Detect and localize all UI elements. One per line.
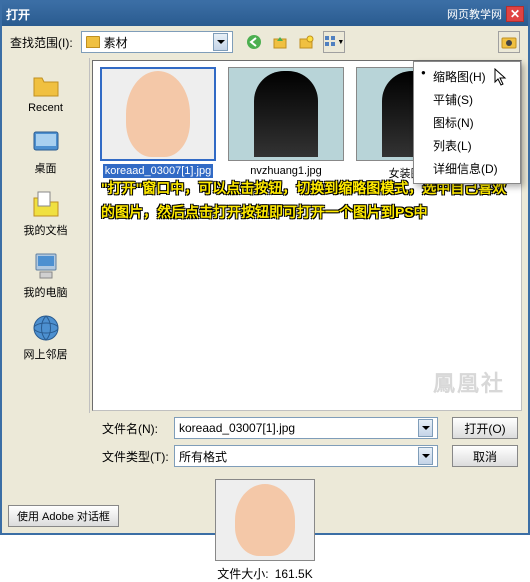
overlay-help-text: "打开"窗口中，可以点击按钮，切换到缩略图模式，选中自己喜欢的图片，然后点击打开… [101, 177, 513, 225]
open-button[interactable]: 打开(O) [452, 417, 518, 439]
preview-thumbnail [215, 479, 315, 561]
view-option-details[interactable]: 详细信息(D) [417, 157, 517, 180]
view-option-thumbnails[interactable]: 缩略图(H) [417, 65, 517, 88]
filetype-select[interactable]: 所有格式 [174, 445, 438, 467]
file-item[interactable]: koreaad_03007[1].jpg [99, 67, 217, 182]
cancel-button[interactable]: 取消 [452, 445, 518, 467]
up-folder-button[interactable] [269, 31, 291, 53]
watermark-logo: 鳳凰社 [433, 366, 505, 398]
watermark-text: 网页教学网 [447, 6, 502, 22]
view-menu: 缩略图(H) 平铺(S) 图标(N) 列表(L) 详细信息(D) [413, 61, 521, 184]
camera-button[interactable] [498, 31, 520, 53]
sidebar-item-network[interactable]: 网上邻居 [6, 308, 85, 366]
close-button[interactable]: ✕ [506, 6, 524, 22]
toolbar: 查找范围(I): 素材 ▼ [2, 26, 528, 58]
filename-input[interactable]: koreaad_03007[1].jpg [174, 417, 438, 439]
view-option-icons[interactable]: 图标(N) [417, 111, 517, 134]
file-list[interactable]: koreaad_03007[1].jpg nvzhuang1.jpg 女装图.j… [92, 60, 522, 411]
preview-area: 文件大小: 161.5K [2, 479, 528, 582]
sidebar-item-desktop[interactable]: 桌面 [6, 122, 85, 180]
sidebar-item-documents[interactable]: 我的文档 [6, 184, 85, 242]
sidebar-item-recent[interactable]: Recent [6, 64, 85, 118]
sidebar-item-computer[interactable]: 我的电脑 [6, 246, 85, 304]
look-in-dropdown[interactable] [213, 33, 228, 51]
adobe-dialog-button[interactable]: 使用 Adobe 对话框 [8, 505, 119, 527]
folder-icon [86, 36, 100, 48]
places-sidebar: Recent 桌面 我的文档 我的电脑 网上邻居 [2, 58, 90, 413]
window-title: 打开 [6, 6, 447, 23]
view-option-tiles[interactable]: 平铺(S) [417, 88, 517, 111]
look-in-combo[interactable]: 素材 [81, 31, 234, 53]
titlebar: 打开 网页教学网 ✕ [2, 2, 528, 26]
back-button[interactable] [243, 31, 265, 53]
open-dialog: 打开 网页教学网 ✕ 查找范围(I): 素材 ▼ Recent 桌面 [0, 0, 530, 535]
look-in-value: 素材 [104, 34, 128, 51]
file-item[interactable]: nvzhuang1.jpg [227, 67, 345, 182]
filetype-label: 文件类型(T): [102, 448, 174, 465]
file-size-label: 文件大小: 161.5K [217, 565, 313, 582]
view-menu-button[interactable]: ▼ [323, 31, 345, 53]
new-folder-button[interactable] [295, 31, 317, 53]
filename-dropdown[interactable] [418, 419, 433, 437]
view-option-list[interactable]: 列表(L) [417, 134, 517, 157]
look-in-label: 查找范围(I): [10, 34, 73, 51]
filename-label: 文件名(N): [102, 420, 174, 437]
filetype-dropdown[interactable] [418, 447, 433, 465]
footer: 使用 Adobe 对话框 [8, 505, 119, 527]
